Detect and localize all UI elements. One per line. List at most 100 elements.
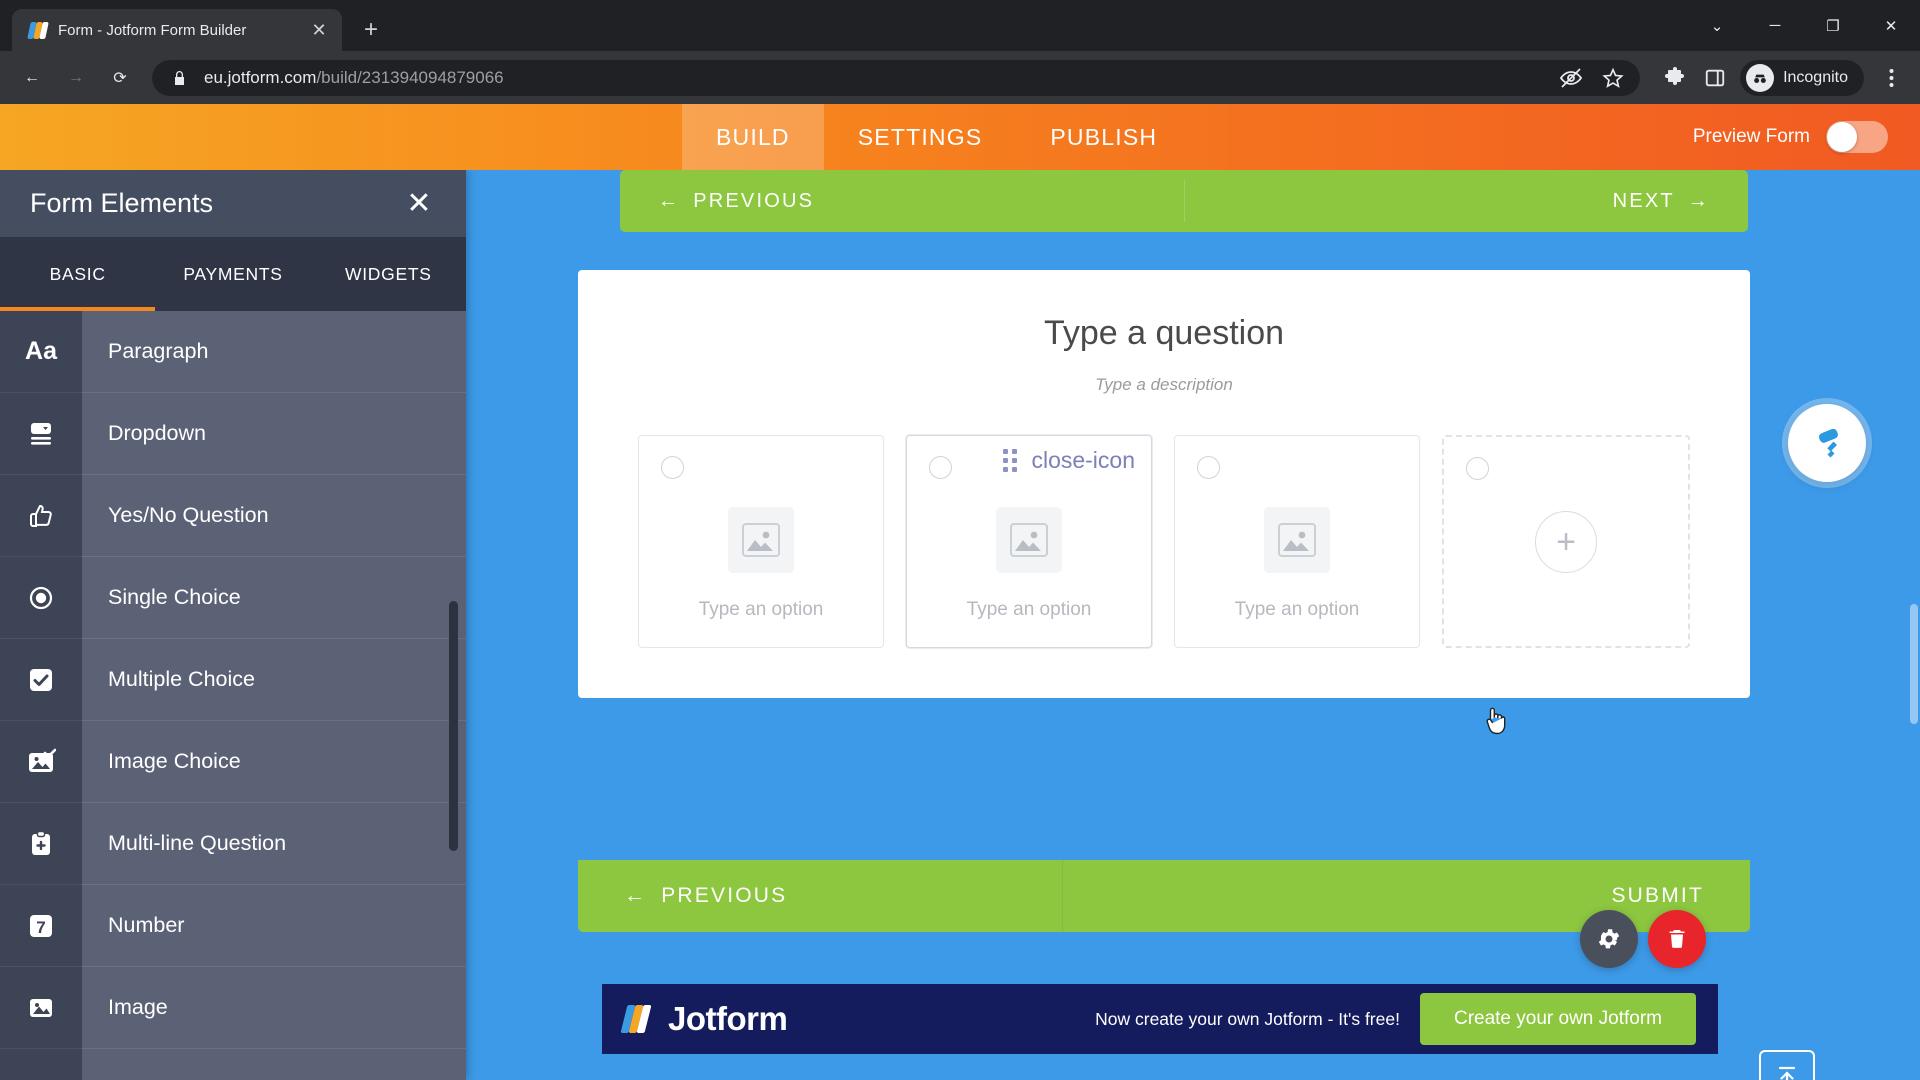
previous-button-bottom[interactable]: ← PREVIOUS (624, 884, 787, 908)
back-button[interactable]: ← (12, 58, 52, 98)
panel-title: Form Elements (30, 188, 214, 219)
form-designer-button[interactable] (1788, 404, 1866, 482)
image-icon (0, 967, 82, 1050)
image-check-icon (0, 721, 82, 804)
gear-icon[interactable] (1580, 910, 1638, 968)
close-icon[interactable]: close-icon (1031, 449, 1135, 472)
app-header-tabs: BUILD SETTINGS PUBLISH (682, 104, 1191, 170)
tab-close-icon[interactable]: ✕ (306, 17, 332, 43)
preview-form-toggle[interactable] (1826, 121, 1888, 153)
element-item-multiple-choice[interactable]: Multiple Choice (82, 639, 466, 722)
image-placeholder-icon[interactable] (1264, 506, 1330, 573)
side-panel-icon[interactable] (1702, 65, 1728, 91)
option-caption[interactable]: Type an option (639, 599, 883, 621)
omnibox-actions (1558, 65, 1626, 91)
element-item-number[interactable]: Number (82, 885, 466, 968)
element-item-yes-no-question[interactable]: Yes/No Question (82, 475, 466, 558)
submit-button[interactable]: SUBMIT (1611, 884, 1704, 908)
toggle-knob (1827, 122, 1857, 152)
drag-handle-icon[interactable] (1003, 449, 1018, 472)
question-card[interactable]: Type a question Type a description Type … (578, 270, 1750, 698)
image-option-2[interactable]: close-icon Type an option (906, 435, 1152, 648)
jotform-logo: Jotform (620, 1000, 788, 1038)
element-icon-column: Aa 7 (0, 311, 82, 1080)
previous-label-top: PREVIOUS (693, 189, 815, 212)
panel-tab-widgets[interactable]: WIDGETS (311, 237, 466, 311)
eye-slash-icon[interactable] (1558, 65, 1584, 91)
url-text: eu.jotform.com/build/231394094879066 (204, 68, 504, 88)
option-radio[interactable] (929, 456, 952, 479)
clipboard-plus-icon (0, 803, 82, 886)
dropdown-icon (0, 393, 82, 476)
image-placeholder-icon[interactable] (728, 506, 794, 573)
panel-header: Form Elements ✕ (0, 170, 466, 238)
paint-roller-icon (1818, 428, 1838, 458)
window-maximize-button[interactable]: ❐ (1804, 0, 1862, 51)
previous-button-top[interactable]: ← PREVIOUS (658, 190, 814, 213)
question-title[interactable]: Type a question (638, 314, 1690, 353)
question-description[interactable]: Type a description (638, 375, 1690, 395)
panel-tab-basic[interactable]: BASIC (0, 237, 155, 311)
element-item-image[interactable]: Image (82, 967, 466, 1050)
star-icon[interactable] (1600, 65, 1626, 91)
option-caption[interactable]: Type an option (907, 599, 1151, 621)
plus-icon[interactable]: + (1535, 510, 1597, 573)
element-item-dropdown[interactable]: Dropdown (82, 393, 466, 476)
create-your-own-jotform-button[interactable]: Create your own Jotform (1419, 993, 1696, 1045)
window-close-button[interactable]: ✕ (1862, 0, 1920, 51)
window-minimize-button[interactable]: ─ (1746, 0, 1804, 51)
arrow-left-icon: ← (624, 884, 648, 907)
jotform-mark-icon (620, 1004, 654, 1034)
panel-tab-payments[interactable]: PAYMENTS (155, 237, 310, 311)
panel-scrollbar[interactable] (449, 601, 458, 852)
forward-button[interactable]: → (56, 58, 96, 98)
arrow-right-icon: → (1687, 189, 1710, 212)
jotform-form-builder: BUILD SETTINGS PUBLISH Preview Form Form… (0, 104, 1920, 1080)
previous-label-bottom: PREVIOUS (661, 884, 788, 907)
element-item-multi-line-question[interactable]: Multi-line Question (82, 803, 466, 886)
element-item-paragraph[interactable]: Paragraph (82, 311, 466, 394)
option-radio[interactable] (661, 456, 684, 479)
number-seven-icon: 7 (0, 885, 82, 968)
element-item-file-upload[interactable]: File Upload (82, 1049, 466, 1080)
preview-form-control[interactable]: Preview Form (1693, 104, 1920, 170)
new-tab-button[interactable]: + (354, 13, 388, 47)
aa-glyph: Aa (25, 337, 57, 366)
trash-icon[interactable] (1648, 910, 1706, 968)
page-scrollbar[interactable] (1910, 604, 1918, 724)
add-option-card[interactable]: + (1442, 435, 1690, 648)
puzzle-icon[interactable] (1662, 65, 1688, 91)
element-item-image-choice[interactable]: Image Choice (82, 721, 466, 804)
tab-title: Form - Jotform Form Builder (58, 21, 247, 39)
jotform-favicon-icon (27, 20, 49, 40)
window-controls: ⌄ ─ ❐ ✕ (1688, 0, 1920, 51)
address-bar[interactable]: eu.jotform.com/build/231394094879066 (152, 59, 1641, 96)
arrow-left-icon: ← (658, 189, 681, 212)
arrow-up-to-line-icon (1758, 1050, 1815, 1080)
option-radio[interactable] (1197, 456, 1220, 479)
element-tool-buttons (1580, 910, 1706, 968)
incognito-icon (1746, 63, 1775, 92)
profile-chip[interactable]: Incognito (1740, 59, 1864, 96)
panel-body: Aa 7 Paragraph Dropdown Yes/No Question … (0, 311, 466, 1080)
option-caption[interactable]: Type an option (1175, 599, 1419, 621)
thumbs-up-icon (0, 475, 82, 558)
kebab-menu-icon[interactable] (1874, 61, 1908, 95)
next-button-top[interactable]: NEXT → (1613, 190, 1710, 213)
tab-publish[interactable]: PUBLISH (1016, 104, 1191, 170)
image-option-3[interactable]: Type an option (1174, 435, 1420, 648)
reload-button[interactable]: ⟳ (100, 58, 140, 98)
tab-settings[interactable]: SETTINGS (824, 104, 1017, 170)
image-option-1[interactable]: Type an option (638, 435, 884, 648)
folder-icon (0, 1049, 82, 1080)
close-icon[interactable]: ✕ (402, 188, 436, 219)
banner-message: Now create your own Jotform - It's free! (1095, 1008, 1400, 1029)
go-to-top-button[interactable]: Go to top (1752, 1050, 1822, 1080)
browser-tab[interactable]: Form - Jotform Form Builder ✕ (12, 9, 342, 51)
window-minimize-caret-button[interactable]: ⌄ (1688, 0, 1746, 51)
image-placeholder-icon[interactable] (996, 506, 1062, 573)
tab-build[interactable]: BUILD (682, 104, 824, 170)
element-item-single-choice[interactable]: Single Choice (82, 557, 466, 640)
url-domain: eu.jotform.com (204, 67, 317, 87)
mouse-cursor (1483, 705, 1509, 742)
